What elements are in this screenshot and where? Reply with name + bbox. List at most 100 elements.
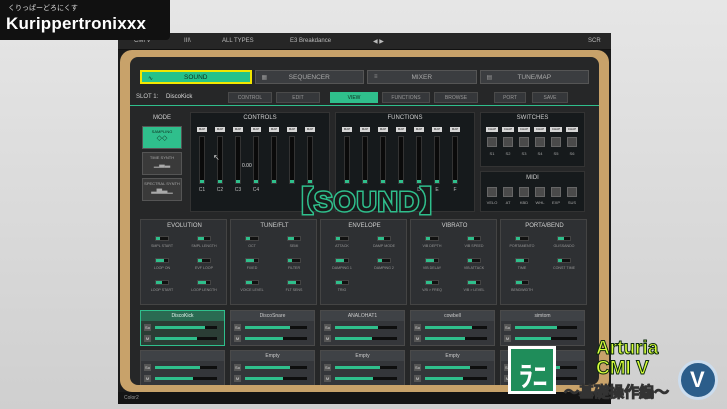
controls-fader-track[interactable]: [307, 136, 313, 184]
mute-button[interactable]: M: [234, 375, 241, 382]
functions-map-button[interactable]: MAP: [342, 127, 352, 132]
slot-level-slider[interactable]: [155, 366, 217, 369]
functions-map-button[interactable]: MAP: [396, 127, 406, 132]
slot-2[interactable]: DiscoSnare So M: [230, 310, 315, 346]
param-slider[interactable]: [515, 236, 529, 241]
subtab-edit[interactable]: EDIT: [276, 92, 320, 103]
switch-3[interactable]: [519, 137, 529, 147]
solo-button[interactable]: So: [324, 364, 331, 371]
param-slider[interactable]: [287, 236, 301, 241]
param-slider[interactable]: [425, 280, 439, 285]
slot-8[interactable]: Empty So M: [320, 350, 405, 385]
mode-sampling-button[interactable]: SAMPLING ◇◇: [142, 126, 182, 149]
subtab-control[interactable]: CONTROL: [228, 92, 272, 103]
param-slider[interactable]: [287, 280, 301, 285]
mode-time-synth-button[interactable]: TIME SYNTH ▁▃▂: [142, 152, 182, 175]
param-slider[interactable]: [245, 258, 259, 263]
functions-map-button[interactable]: MAP: [432, 127, 442, 132]
switch-map-button[interactable]: CHAP: [534, 127, 546, 132]
slot-level-slider[interactable]: [425, 337, 487, 340]
functions-fader-track[interactable]: [434, 136, 440, 184]
midi-source-2[interactable]: [503, 187, 513, 197]
param-slider[interactable]: [377, 258, 391, 263]
functions-fader-track[interactable]: [416, 136, 422, 184]
slot-6[interactable]: So M: [140, 350, 225, 385]
controls-map-button[interactable]: MAP: [287, 127, 297, 132]
midi-source-3[interactable]: [519, 187, 529, 197]
slot-level-slider[interactable]: [515, 326, 577, 329]
controls-map-button[interactable]: MAP: [251, 127, 261, 132]
slot-4[interactable]: cowbell So M: [410, 310, 495, 346]
midi-source-1[interactable]: [487, 187, 497, 197]
slot-level-slider[interactable]: [245, 326, 307, 329]
param-slider[interactable]: [197, 280, 211, 285]
param-slider[interactable]: [155, 280, 169, 285]
tab-mixer[interactable]: ≡ MIXER: [367, 70, 477, 84]
switch-1[interactable]: [487, 137, 497, 147]
slot-level-slider[interactable]: [155, 337, 217, 340]
param-slider[interactable]: [335, 258, 349, 263]
slot-level-slider[interactable]: [245, 337, 307, 340]
solo-button[interactable]: So: [234, 324, 241, 331]
solo-button[interactable]: So: [414, 364, 421, 371]
controls-map-button[interactable]: MAP: [269, 127, 279, 132]
switch-map-button[interactable]: CHAP: [518, 127, 530, 132]
midi-source-5[interactable]: [551, 187, 561, 197]
slot-1[interactable]: DiscoKick So M: [140, 310, 225, 346]
tab-sound[interactable]: ∿ SOUND: [140, 70, 252, 84]
slot-3[interactable]: ANALOHAT1 So M: [320, 310, 405, 346]
subtab-browse[interactable]: BROWSE: [434, 92, 478, 103]
slot-level-slider[interactable]: [155, 377, 217, 380]
controls-map-button[interactable]: MAP: [197, 127, 207, 132]
functions-map-button[interactable]: MAP: [414, 127, 424, 132]
controls-fader-track[interactable]: [271, 136, 277, 184]
mute-button[interactable]: M: [144, 375, 151, 382]
mode-spectral-synth-button[interactable]: SPECTRAL SYNTH ▂▅▃▁: [142, 178, 182, 201]
functions-fader-track[interactable]: [452, 136, 458, 184]
tab-sequencer[interactable]: ▦ SEQUENCER: [254, 70, 364, 84]
midi-source-4[interactable]: [535, 187, 545, 197]
slot-level-slider[interactable]: [245, 366, 307, 369]
switch-map-button[interactable]: CHAP: [550, 127, 562, 132]
slot-level-slider[interactable]: [335, 326, 397, 329]
switch-5[interactable]: [551, 137, 561, 147]
subtab-functions[interactable]: FUNCTIONS: [382, 92, 430, 103]
param-slider[interactable]: [155, 236, 169, 241]
controls-map-button[interactable]: MAP: [305, 127, 315, 132]
param-slider[interactable]: [197, 258, 211, 263]
param-slider[interactable]: [467, 258, 481, 263]
param-slider[interactable]: [245, 280, 259, 285]
functions-fader-track[interactable]: [398, 136, 404, 184]
param-slider[interactable]: [155, 258, 169, 263]
param-slider[interactable]: [515, 258, 529, 263]
solo-button[interactable]: So: [504, 324, 511, 331]
param-slider[interactable]: [467, 236, 481, 241]
param-slider[interactable]: [335, 280, 349, 285]
preset-name[interactable]: E3 Breakdance: [290, 38, 331, 44]
switch-map-button[interactable]: CHAP: [502, 127, 514, 132]
preset-nav-icon[interactable]: ◀ ▶: [373, 38, 384, 45]
controls-map-button[interactable]: MAP: [233, 127, 243, 132]
controls-map-button[interactable]: MAP: [215, 127, 225, 132]
mute-button[interactable]: M: [414, 375, 421, 382]
slot-level-slider[interactable]: [425, 326, 487, 329]
port-button[interactable]: PORT: [494, 92, 526, 103]
param-slider[interactable]: [377, 236, 391, 241]
solo-button[interactable]: So: [414, 324, 421, 331]
solo-button[interactable]: So: [144, 324, 151, 331]
param-slider[interactable]: [425, 236, 439, 241]
slot-level-slider[interactable]: [245, 377, 307, 380]
subtab-view[interactable]: VIEW: [330, 92, 378, 103]
param-slider[interactable]: [467, 280, 481, 285]
slot-level-slider[interactable]: [335, 337, 397, 340]
switch-6[interactable]: [567, 137, 577, 147]
param-slider[interactable]: [515, 280, 529, 285]
slot-level-slider[interactable]: [335, 366, 397, 369]
functions-fader-track[interactable]: [380, 136, 386, 184]
param-slider[interactable]: [197, 236, 211, 241]
functions-fader-track[interactable]: [344, 136, 350, 184]
mute-button[interactable]: M: [234, 335, 241, 342]
controls-fader-track[interactable]: [199, 136, 205, 184]
library-icon[interactable]: III\: [184, 38, 191, 44]
param-slider[interactable]: [287, 258, 301, 263]
